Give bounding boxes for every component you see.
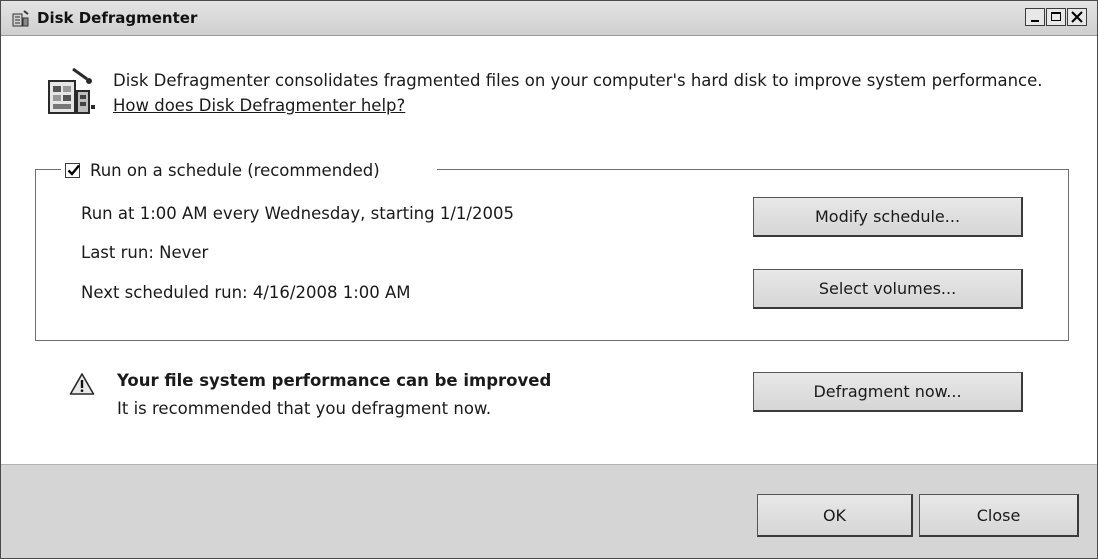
window-title: Disk Defragmenter [37, 9, 198, 27]
last-run-text: Last run: Never [81, 243, 209, 262]
close-button[interactable]: Close [919, 494, 1079, 537]
maximize-icon[interactable] [1046, 8, 1066, 26]
run-at-text: Run at 1:00 AM every Wednesday, starting… [81, 204, 514, 223]
intro-description: Disk Defragmenter consolidates fragmente… [113, 71, 1043, 90]
help-link[interactable]: How does Disk Defragmenter help? [113, 96, 405, 115]
schedule-checkbox-row[interactable]: Run on a schedule (recommended) [61, 156, 437, 184]
intro-text: Disk Defragmenter consolidates fragmente… [113, 68, 1043, 118]
disk-defragmenter-window: Disk Defragmenter Disk Defragmenter cons… [0, 0, 1098, 559]
status-title: Your file system performance can be impr… [117, 371, 552, 390]
schedule-checkbox[interactable] [65, 162, 80, 178]
defragment-now-button[interactable]: Defragment now... [753, 372, 1023, 412]
close-icon[interactable] [1067, 8, 1087, 26]
modify-schedule-button[interactable]: Modify schedule... [753, 197, 1023, 237]
dialog-footer: OK Close [1, 464, 1097, 558]
next-run-text: Next scheduled run: 4/16/2008 1:00 AM [81, 283, 411, 302]
window-controls [1024, 8, 1087, 26]
select-volumes-button[interactable]: Select volumes... [753, 269, 1023, 309]
warning-icon [69, 372, 95, 396]
status-subtitle: It is recommended that you defragment no… [117, 399, 492, 418]
schedule-checkbox-label: Run on a schedule (recommended) [90, 160, 380, 180]
minimize-icon[interactable] [1025, 8, 1045, 26]
title-bar[interactable]: Disk Defragmenter [1, 1, 1097, 36]
disk-defragmenter-icon [11, 9, 31, 29]
ok-button[interactable]: OK [757, 494, 913, 537]
defragmenter-header-icon [43, 65, 97, 117]
